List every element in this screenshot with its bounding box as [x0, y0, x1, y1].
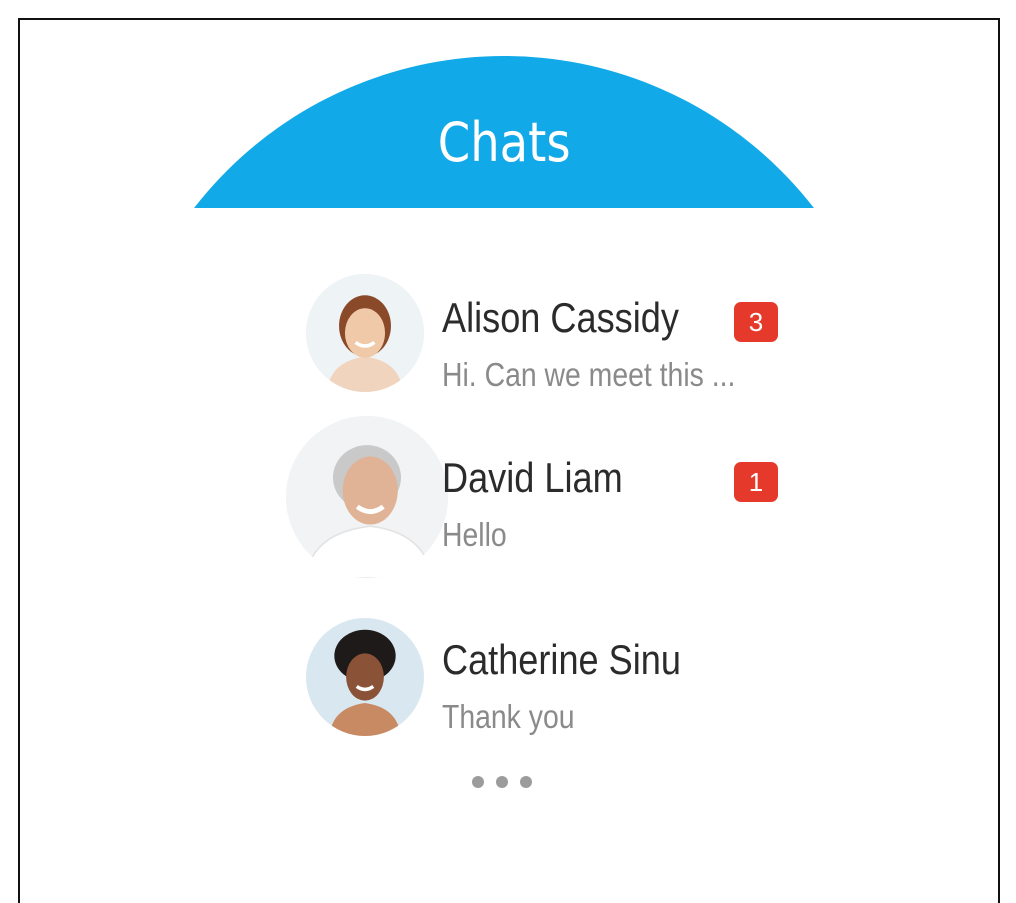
ellipsis-icon[interactable]	[472, 776, 532, 788]
chat-preview: Hi. Can we meet this ...	[442, 356, 736, 393]
chat-item-david-liam[interactable]: David Liam 1 Hello	[112, 416, 896, 578]
chat-preview: Hello	[442, 516, 507, 553]
header-arc: Chats	[112, 56, 896, 208]
avatar	[306, 274, 424, 392]
dot	[472, 776, 484, 788]
chat-name: David Liam	[442, 454, 623, 501]
unread-badge: 1	[734, 462, 778, 502]
chat-item-catherine-sinu[interactable]: Catherine Sinu Thank you	[112, 616, 896, 766]
unread-badge: 3	[734, 302, 778, 342]
chat-preview: Thank you	[442, 698, 575, 735]
avatar-image	[306, 274, 424, 392]
avatar-image	[306, 618, 424, 736]
dot	[520, 776, 532, 788]
chat-name: Alison Cassidy	[442, 294, 679, 341]
chat-item-alison-cassidy[interactable]: Alison Cassidy 3 Hi. Can we meet this ..…	[112, 256, 896, 406]
watch-face: Chats Alison Cassidy 3 Hi. Can we meet t…	[112, 56, 896, 840]
avatar	[306, 618, 424, 736]
dot	[496, 776, 508, 788]
screenshot-frame: Chats Alison Cassidy 3 Hi. Can we meet t…	[18, 18, 1000, 903]
page-title: Chats	[437, 111, 571, 174]
chat-name: Catherine Sinu	[442, 636, 681, 683]
avatar	[286, 416, 448, 578]
avatar-image	[286, 416, 448, 578]
